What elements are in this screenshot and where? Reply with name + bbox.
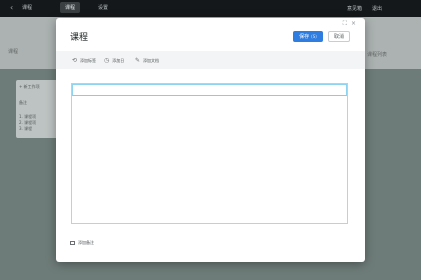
logout-link[interactable]: 退出	[372, 5, 382, 12]
window-controls: ⛶×	[343, 20, 360, 28]
add-document-tool[interactable]: ✎ 添加文档	[135, 57, 159, 64]
cancel-button[interactable]: 取消	[328, 31, 350, 42]
add-tag-tool[interactable]: ⟲ 添加标签	[72, 57, 96, 64]
note-icon	[70, 241, 75, 245]
tool-label: 添加日	[112, 57, 125, 63]
content-editor[interactable]	[71, 83, 348, 224]
back-icon[interactable]: ‹	[10, 3, 13, 12]
background-card: + 新工作项 备注 1. 课程项 2. 课程项 3. 课程	[16, 80, 58, 138]
background-side-right: 课程列表	[367, 52, 388, 58]
tab-1[interactable]: 课程	[22, 4, 32, 11]
tab-3[interactable]: 设置	[98, 4, 108, 11]
close-icon[interactable]: ×	[351, 20, 360, 27]
expand-icon[interactable]: ⛶	[343, 20, 351, 27]
save-shortcut: (S)	[311, 34, 317, 39]
footer-label: 添加备注	[78, 240, 94, 245]
background-side-label: 课程	[8, 49, 19, 55]
card-line: 3. 课程	[19, 126, 33, 131]
editor-toolbar: ⟲ 添加标签 ◷ 添加日 ✎ 添加文档	[56, 51, 365, 69]
attachment-icon: ✎	[135, 57, 141, 64]
clock-icon: ◷	[104, 57, 110, 64]
feedback-link[interactable]: 意见箱	[347, 5, 362, 12]
card-line: 备注	[19, 100, 27, 105]
add-note-toggle[interactable]: 添加备注	[70, 240, 94, 246]
tool-label: 添加标签	[80, 57, 97, 63]
link-icon: ⟲	[72, 57, 78, 64]
card-line: + 新工作项	[19, 84, 40, 89]
course-modal: ⛶× 课程 保存 (S) 取消 ⟲ 添加标签 ◷ 添加日 ✎ 添加文档 添加备注	[56, 18, 365, 262]
app-topbar: ‹ 课程 课程 设置 意见箱 退出	[0, 0, 421, 17]
save-label: 保存	[299, 34, 310, 40]
editor-active-line[interactable]	[72, 84, 347, 96]
tab-2[interactable]: 课程	[60, 2, 81, 13]
tool-label: 添加文档	[143, 57, 160, 63]
modal-title: 课程	[70, 33, 89, 43]
save-button[interactable]: 保存 (S)	[293, 31, 323, 42]
add-date-tool[interactable]: ◷ 添加日	[104, 57, 124, 64]
